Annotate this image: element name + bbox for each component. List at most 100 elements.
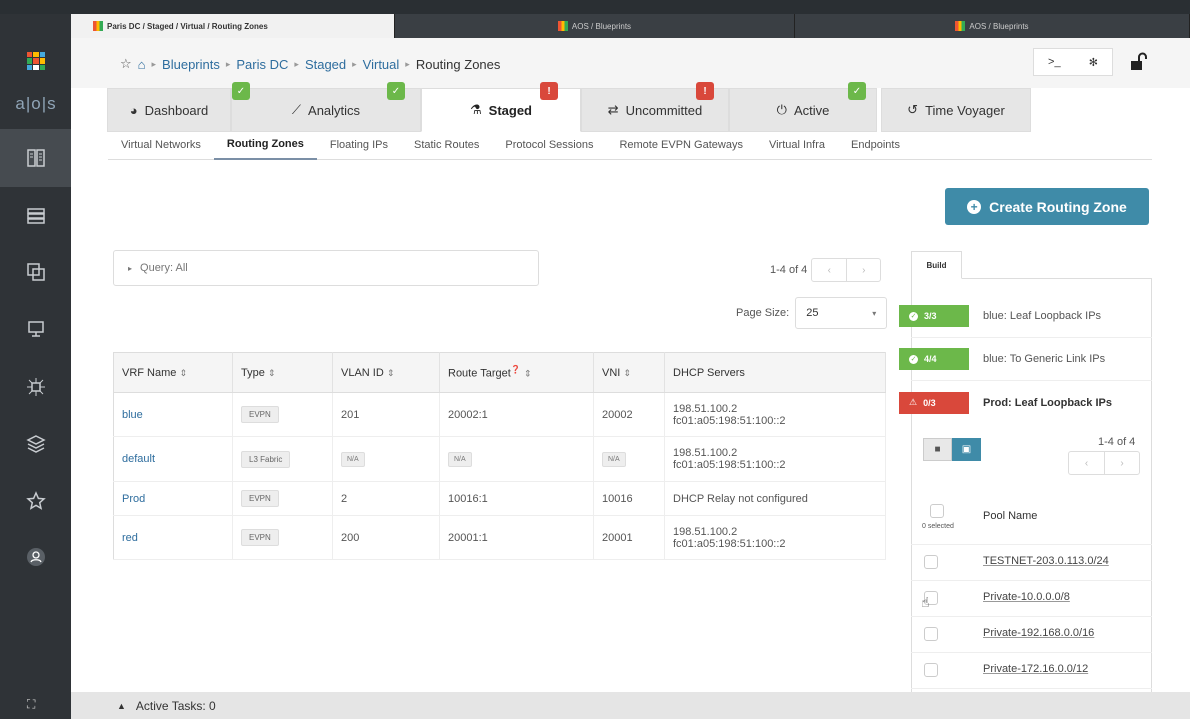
vni-cell: 20001	[593, 515, 665, 560]
type-cell: L3 Fabric	[232, 436, 333, 482]
type-cell: EVPN	[232, 392, 333, 437]
sidebar-item-favorites[interactable]	[0, 472, 71, 530]
column-header-dhcp-servers: DHCP Servers	[664, 352, 886, 393]
subtab-static-routes[interactable]: Static Routes	[401, 130, 492, 160]
breadcrumb: ☆ ⌂ ▸ Blueprints ▸ Paris DC ▸ Staged ▸ V…	[120, 56, 500, 72]
vrf-link[interactable]: default	[113, 436, 233, 482]
status-bar[interactable]: ▲ Active Tasks: 0	[71, 692, 1190, 719]
dhcp-cell: 198.51.100.2 fc01:a05:198:51:100::2	[664, 436, 886, 482]
sidebar-item-design[interactable]	[0, 243, 71, 301]
pool-actions: ■ ▣	[923, 438, 981, 461]
pool-checkbox[interactable]	[924, 627, 938, 641]
pool-checkbox[interactable]	[924, 555, 938, 569]
sidebar-item-blueprints[interactable]	[0, 129, 71, 187]
vni-cell: 10016	[593, 481, 665, 516]
vlan-cell: 2	[332, 481, 440, 516]
build-item[interactable]: ✓ 3/3 blue: Leaf Loopback IPs	[899, 295, 1152, 338]
subtab-routing-zones[interactable]: Routing Zones	[213, 130, 317, 160]
breadcrumb-virtual[interactable]: Virtual	[363, 57, 400, 72]
check-icon: ✓	[909, 311, 918, 321]
browser-chrome	[0, 0, 1190, 14]
chevron-right-icon: ▸	[294, 58, 299, 69]
vni-cell: N/A	[593, 436, 665, 482]
build-item[interactable]: ✓ 4/4 blue: To Generic Link IPs	[899, 338, 1152, 381]
pool-row[interactable]: Private-192.168.0.0/16	[911, 617, 1152, 653]
breadcrumb-staged[interactable]: Staged	[305, 57, 346, 72]
column-header-route-target[interactable]: Route Target❓ ⇕	[439, 352, 594, 393]
pool-pagination-buttons: ‹ ›	[1068, 451, 1140, 475]
build-item[interactable]: ⚠ 0/3 Prod: Leaf Loopback IPs	[899, 381, 1152, 424]
server-icon	[26, 208, 45, 224]
browser-tab[interactable]: AOS / Blueprints	[395, 14, 795, 38]
column-header-vrf-name[interactable]: VRF Name ⇕	[113, 352, 233, 393]
subtab-remote-evpn-gateways[interactable]: Remote EVPN Gateways	[606, 130, 756, 160]
aos-favicon	[93, 21, 103, 31]
page-size-select[interactable]: 25 ▾	[795, 297, 888, 329]
pool-checkbox[interactable]	[924, 663, 938, 677]
sidebar-item-platform[interactable]	[0, 415, 71, 473]
create-routing-zone-button[interactable]: + Create Routing Zone	[945, 188, 1149, 225]
cli-icon[interactable]: >_	[1048, 56, 1061, 68]
next-page-icon[interactable]: ›	[1103, 452, 1139, 474]
star-icon[interactable]: ☆	[120, 56, 132, 72]
save-icon[interactable]: ▣	[952, 438, 981, 461]
sidebar-item-external-systems[interactable]	[0, 358, 71, 416]
column-header-vni[interactable]: VNI ⇕	[593, 352, 665, 393]
stop-icon[interactable]: ■	[923, 438, 952, 461]
bug-icon[interactable]: ✻	[1089, 56, 1098, 69]
sort-icon: ⇕	[179, 367, 188, 378]
tab-build[interactable]: Build	[911, 251, 962, 279]
breadcrumb-current: Routing Zones	[415, 56, 501, 72]
chevron-right-icon: ▸	[352, 58, 357, 69]
vni-cell: 20002	[593, 392, 665, 437]
route-target-cell: 20001:1	[439, 515, 594, 560]
chevron-right-icon: ▸	[225, 58, 231, 69]
next-page-icon[interactable]: ›	[846, 259, 880, 281]
check-icon: ✓	[909, 354, 918, 364]
tab-time-voyager[interactable]: ↺ Time Voyager	[881, 88, 1031, 132]
browser-tab-bar: Paris DC / Staged / Virtual / Routing Zo…	[71, 14, 1190, 38]
pool-row[interactable]: Private-10.0.0.0/8	[911, 581, 1152, 617]
pool-row[interactable]: TESTNET-203.0.113.0/24	[911, 545, 1152, 581]
sort-icon: ⇕	[386, 367, 395, 378]
home-icon[interactable]: ⌂	[138, 57, 146, 72]
breadcrumb-blueprints[interactable]: Blueprints	[162, 57, 220, 72]
fullscreen-icon[interactable]: ⛶	[27, 697, 35, 712]
status-badge-ok: ✓	[387, 82, 405, 100]
sort-icon: ⇕	[623, 367, 631, 378]
subtab-virtual-infra[interactable]: Virtual Infra	[756, 130, 838, 160]
subtab-endpoints[interactable]: Endpoints	[838, 130, 913, 160]
subtab-virtual-networks[interactable]: Virtual Networks	[108, 130, 214, 160]
dhcp-cell: DHCP Relay not configured	[664, 481, 886, 516]
dhcp-cell: 198.51.100.2 fc01:a05:198:51:100::2	[664, 515, 886, 560]
pool-row[interactable]: Private-172.16.0.0/12	[911, 653, 1152, 689]
prev-page-icon[interactable]: ‹	[1069, 452, 1104, 474]
subtab-floating-ips[interactable]: Floating IPs	[317, 130, 401, 160]
routing-zones-table: VRF Name ⇕ Type ⇕ VLAN ID ⇕ Route Target…	[113, 352, 886, 560]
vrf-link[interactable]: blue	[113, 392, 233, 437]
vrf-link[interactable]: red	[113, 515, 233, 560]
aos-favicon	[557, 21, 568, 31]
status-badge-ok: ✓	[848, 82, 866, 100]
sidebar-item-devices[interactable]	[0, 187, 71, 245]
caret-up-icon: ▲	[117, 700, 126, 711]
browser-tab[interactable]: AOS / Blueprints	[795, 14, 1190, 38]
select-all-checkbox[interactable]	[930, 504, 944, 518]
vrf-link[interactable]: Prod	[113, 481, 233, 516]
sidebar-item-resources[interactable]	[0, 300, 71, 358]
sidebar-item-user[interactable]	[0, 528, 71, 586]
palette-icon: ◕	[129, 102, 138, 118]
breadcrumb-paris-dc[interactable]: Paris DC	[236, 57, 288, 72]
pool-pagination-text: 1-4 of 4	[1098, 436, 1136, 448]
sort-icon: ⇕	[523, 368, 532, 379]
column-header-vlan-id[interactable]: VLAN ID ⇕	[332, 352, 440, 393]
table-row: red EVPN 200 20001:1 20001 198.51.100.2 f…	[113, 515, 886, 560]
unlock-icon[interactable]	[1128, 52, 1148, 75]
tab-dashboard[interactable]: ◕ Dashboard	[107, 88, 231, 132]
query-filter[interactable]: ▸ Query: All	[113, 250, 539, 286]
prev-page-icon[interactable]: ‹	[812, 259, 846, 281]
browser-tab[interactable]: Paris DC / Staged / Virtual / Routing Zo…	[71, 14, 395, 38]
column-header-type[interactable]: Type ⇕	[232, 352, 333, 393]
subtab-protocol-sessions[interactable]: Protocol Sessions	[492, 130, 606, 160]
star-icon	[25, 491, 46, 510]
